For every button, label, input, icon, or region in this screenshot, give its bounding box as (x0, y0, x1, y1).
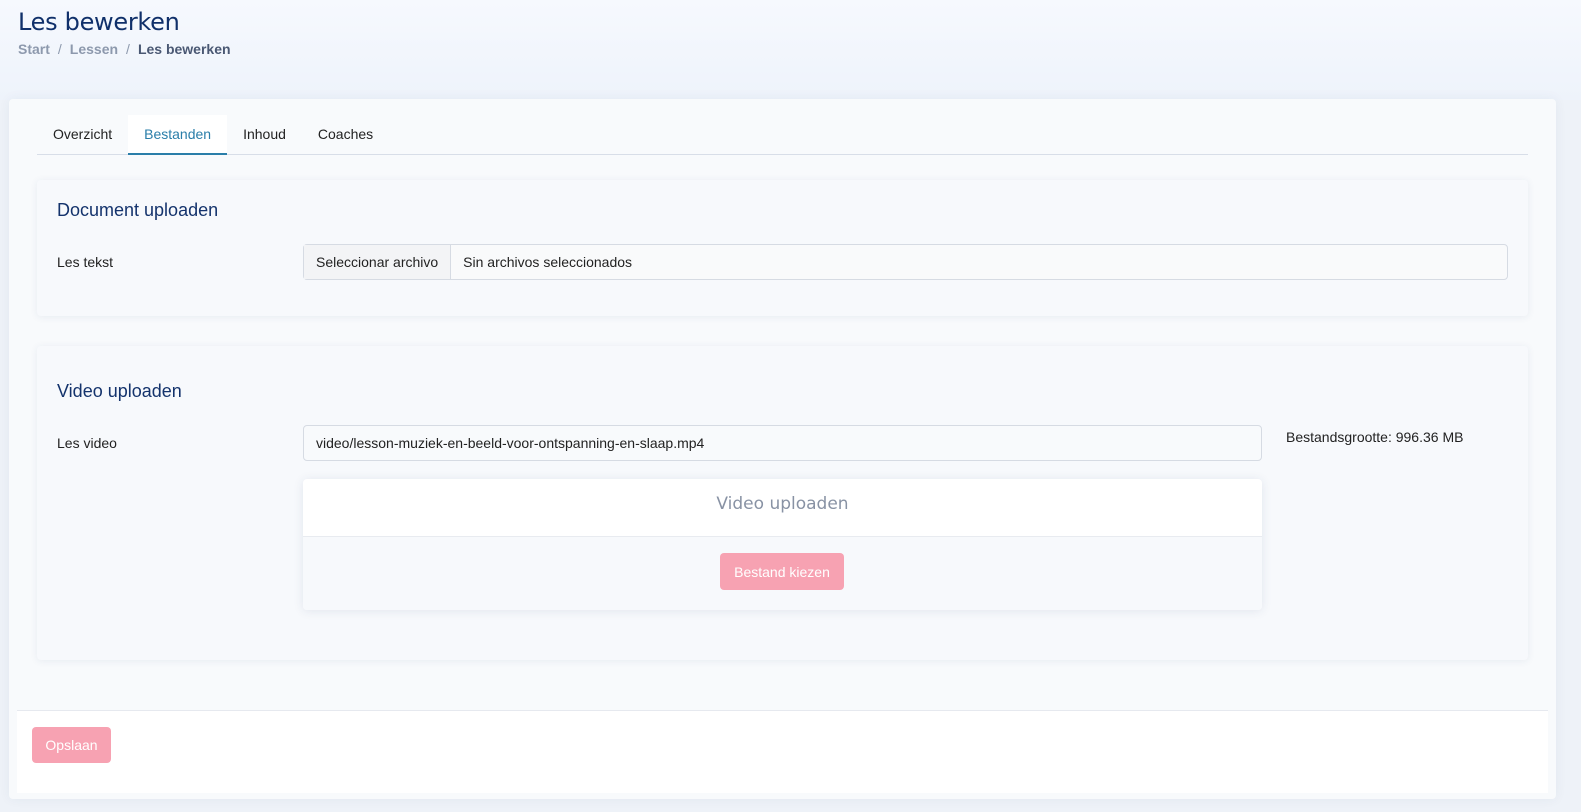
video-section-title: Video uploaden (57, 381, 182, 401)
breadcrumb-separator: / (57, 41, 62, 57)
breadcrumb-start[interactable]: Start (18, 41, 50, 57)
tab-coaches[interactable]: Coaches (302, 115, 389, 155)
les-tekst-label: Les tekst (57, 254, 114, 270)
filesize-text: Bestandsgrootte: 996.36 MB (1286, 429, 1464, 445)
tab-inhoud[interactable]: Inhoud (227, 115, 302, 155)
video-upload-section: Video uploaden Les video Bestandsgrootte… (37, 346, 1528, 660)
breadcrumb-lessen[interactable]: Lessen (70, 41, 118, 57)
tab-bestanden[interactable]: Bestanden (128, 115, 228, 155)
les-tekst-file-input[interactable]: Seleccionar archivo Sin archivos selecci… (303, 244, 1508, 280)
main-card: Overzicht Bestanden Inhoud Coaches Docum… (9, 99, 1556, 799)
footer-bar: Opslaan (17, 710, 1548, 793)
file-status-text: Sin archivos seleccionados (463, 254, 633, 270)
tab-overzicht[interactable]: Overzicht (37, 115, 128, 155)
select-file-button[interactable]: Seleccionar archivo (304, 245, 452, 279)
choose-file-button[interactable]: Bestand kiezen (720, 553, 844, 590)
save-button[interactable]: Opslaan (32, 727, 111, 763)
tab-bar: Overzicht Bestanden Inhoud Coaches (37, 115, 1528, 155)
page-title: Les bewerken (18, 8, 180, 36)
uploader-title: Video uploaden (303, 479, 1262, 537)
video-uploader-panel: Video uploaden Bestand kiezen (303, 479, 1262, 610)
breadcrumb-current: Les bewerken (137, 41, 231, 57)
les-video-label: Les video (57, 435, 117, 451)
breadcrumb: Start / Lessen / Les bewerken (18, 41, 231, 57)
uploader-body: Bestand kiezen (303, 537, 1262, 610)
document-upload-section: Document uploaden Les tekst Seleccionar … (37, 180, 1528, 316)
breadcrumb-separator: / (126, 41, 130, 57)
document-section-title: Document uploaden (57, 200, 219, 220)
les-video-path-input[interactable] (303, 425, 1262, 461)
page-header: Les bewerken Start / Lessen / Les bewerk… (0, 0, 1581, 100)
